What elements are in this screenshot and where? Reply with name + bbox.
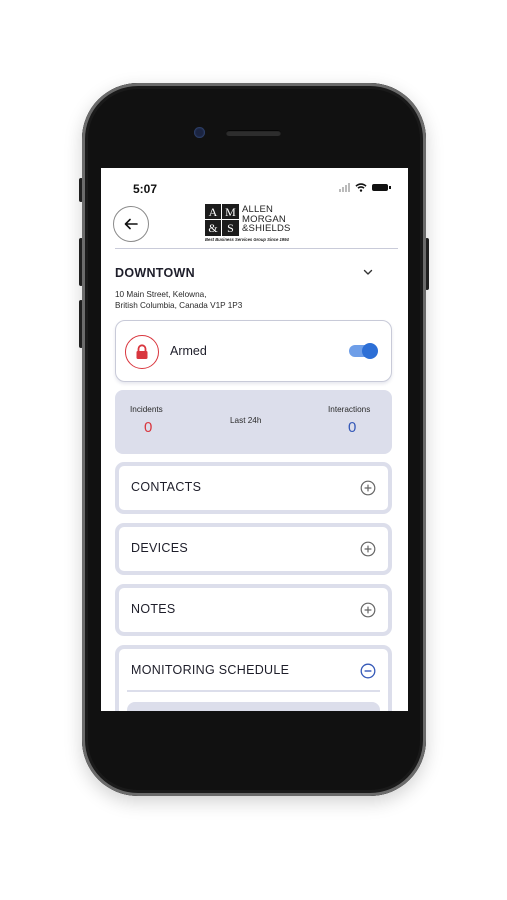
schedule-divider xyxy=(127,690,380,692)
address-line-1: 10 Main Street, Kelowna, xyxy=(115,290,207,299)
address-line-2: British Columbia, Canada V1P 1P3 xyxy=(115,300,243,310)
schedule-content xyxy=(127,702,380,711)
arm-toggle[interactable] xyxy=(349,343,378,359)
front-camera xyxy=(194,127,205,138)
monitoring-schedule-label: MONITORING SCHEDULE xyxy=(131,663,290,677)
notes-label: NOTES xyxy=(131,602,176,616)
devices-section[interactable]: DEVICES xyxy=(115,523,392,575)
devices-label: DEVICES xyxy=(131,541,188,555)
lock-icon xyxy=(136,344,148,359)
location-title[interactable]: DOWNTOWN xyxy=(115,266,195,280)
location-address: 10 Main Street, Kelowna, British Columbi… xyxy=(115,290,242,311)
status-time: 5:07 xyxy=(133,182,158,196)
logo-mark: A M & S xyxy=(205,204,239,236)
arm-status-label: Armed xyxy=(170,344,207,358)
status-icons xyxy=(339,183,391,192)
status-bar: 5:07 xyxy=(101,180,408,198)
app-screen: 5:07 A M & S ALLEN MORGAN &SHIELDS Best … xyxy=(101,168,408,711)
arm-status-card: Armed xyxy=(115,320,392,382)
interactions-label: Interactions xyxy=(328,405,371,414)
incidents-count: 0 xyxy=(144,419,153,436)
contacts-label: CONTACTS xyxy=(131,480,202,494)
monitoring-schedule-section[interactable]: MONITORING SCHEDULE xyxy=(115,645,392,711)
company-logo: A M & S ALLEN MORGAN &SHIELDS Best Busin… xyxy=(205,204,305,242)
earpiece-speaker xyxy=(226,130,281,136)
activity-stats-panel: Incidents 0 Last 24h Interactions 0 xyxy=(115,390,392,454)
plus-circle-icon[interactable] xyxy=(360,602,376,618)
minus-circle-icon[interactable] xyxy=(360,663,376,679)
cellular-signal-icon xyxy=(339,183,350,192)
contacts-section[interactable]: CONTACTS xyxy=(115,462,392,514)
lock-status-badge xyxy=(125,335,159,369)
logo-wordmark: ALLEN MORGAN &SHIELDS xyxy=(242,205,291,234)
back-button[interactable] xyxy=(113,206,149,242)
logo-tagline: Best Business Services Group Since 1994 xyxy=(205,237,289,242)
logo-mark-letter-a: A xyxy=(209,205,218,219)
plus-circle-icon[interactable] xyxy=(360,480,376,496)
period-label: Last 24h xyxy=(230,416,262,425)
notes-section[interactable]: NOTES xyxy=(115,584,392,636)
plus-circle-icon[interactable] xyxy=(360,541,376,557)
header-divider xyxy=(115,248,398,249)
logo-mark-letter-m: M xyxy=(225,205,236,219)
chevron-down-icon[interactable] xyxy=(362,266,374,278)
logo-mark-letter-s: S xyxy=(227,221,234,235)
wifi-icon xyxy=(355,183,367,192)
logo-mark-ampersand: & xyxy=(208,221,218,235)
arm-toggle-knob xyxy=(362,343,378,359)
interactions-count: 0 xyxy=(348,419,357,436)
back-arrow-icon xyxy=(124,218,138,230)
battery-icon xyxy=(372,184,391,191)
logo-name-line3: &SHIELDS xyxy=(242,223,291,234)
incidents-label: Incidents xyxy=(130,405,163,414)
